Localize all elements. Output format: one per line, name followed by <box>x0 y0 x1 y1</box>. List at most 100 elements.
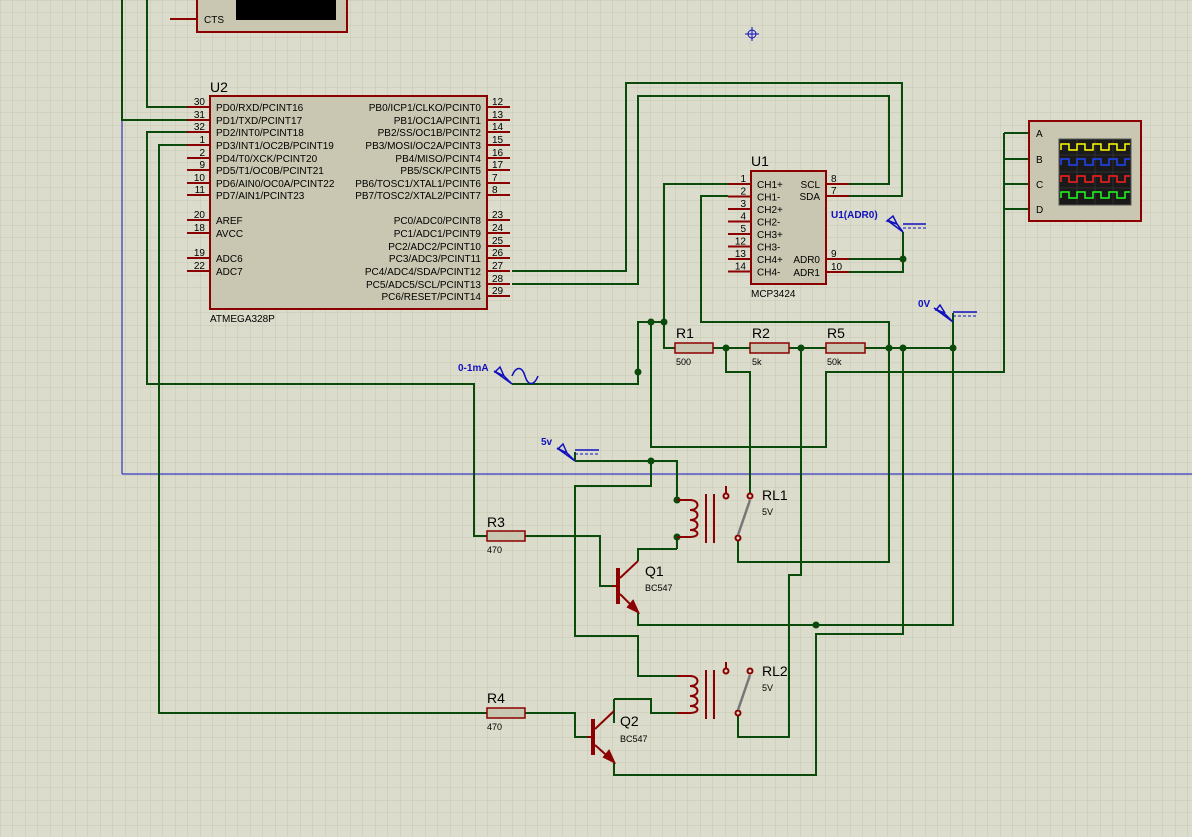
pin-number: 19 <box>194 248 206 259</box>
u2-part: ATMEGA328P <box>210 314 275 325</box>
pin-name: CH4- <box>757 268 780 279</box>
cts-pin-label: CTS <box>204 15 224 26</box>
pin-number: 29 <box>492 286 504 297</box>
pin-name: PB1/OC1A/PCINT1 <box>394 116 482 127</box>
pin-number: 13 <box>735 249 747 260</box>
pin-name: PD5/T1/OC0B/PCINT21 <box>216 166 324 177</box>
pin-name: PB2/SS/OC1B/PCINT2 <box>378 128 482 139</box>
pin-name: CH2- <box>757 218 780 229</box>
pin-number: 11 <box>195 185 206 196</box>
pin-number: 9 <box>199 160 205 171</box>
u1-ref: U1 <box>751 153 769 169</box>
r5-value: 50k <box>827 357 842 367</box>
pin-number: 8 <box>492 185 498 196</box>
pin-name: PC4/ADC4/SDA/PCINT12 <box>365 267 482 278</box>
r1-value: 500 <box>676 357 691 367</box>
pin-number: 17 <box>492 160 504 171</box>
pin-name: CH1- <box>757 193 780 204</box>
grid-background <box>0 0 1192 837</box>
pin-number: 7 <box>492 173 498 184</box>
pin-name: PD6/AIN0/OC0A/PCINT22 <box>216 179 335 190</box>
pin-name: SDA <box>799 192 820 203</box>
scope-channel-c: C <box>1036 180 1043 191</box>
u1-part: MCP3424 <box>751 289 796 300</box>
pin-number: 4 <box>740 212 746 223</box>
pin-number: 3 <box>740 199 746 210</box>
pin-number: 28 <box>492 274 504 285</box>
r5-ref: R5 <box>827 325 845 341</box>
pin-number: 10 <box>194 173 206 184</box>
pin-name: PD7/AIN1/PCINT23 <box>216 191 305 202</box>
pin-number: 26 <box>492 248 504 259</box>
pin-number: 14 <box>735 262 747 273</box>
pin-name: PC2/ADC2/PCINT10 <box>388 242 481 253</box>
pin-name: ADC6 <box>216 254 243 265</box>
top-serial-component[interactable]: CTS <box>170 0 348 33</box>
pin-name: ADR0 <box>793 255 820 266</box>
pin-name: PD2/INT0/PCINT18 <box>216 128 304 139</box>
oscilloscope[interactable]: A B C D <box>1028 120 1142 222</box>
pin-name: CH3- <box>757 243 780 254</box>
pin-name: PB7/TOSC2/XTAL2/PCINT7 <box>355 191 481 202</box>
pin-name: AREF <box>216 216 243 227</box>
schematic-canvas[interactable]: CTS U2 ATMEGA328P 30PD0/RXD/PCINT1631PD1… <box>0 0 1192 837</box>
pin-name: SCL <box>801 180 821 191</box>
r3-value: 470 <box>487 545 502 555</box>
pin-number: 12 <box>735 237 747 248</box>
r3-ref: R3 <box>487 514 505 530</box>
pin-number: 14 <box>492 122 504 133</box>
pin-number: 31 <box>194 110 206 121</box>
pin-number: 27 <box>492 261 504 272</box>
rl1-ref: RL1 <box>762 487 788 503</box>
pin-number: 16 <box>492 148 504 159</box>
r4-ref: R4 <box>487 690 505 706</box>
pin-number: 13 <box>492 110 504 121</box>
pin-number: 1 <box>740 174 746 185</box>
pin-name: PB3/MOSI/OC2A/PCINT3 <box>365 141 481 152</box>
pin-name: CH2+ <box>757 205 783 216</box>
pin-number: 7 <box>831 186 837 197</box>
r1-ref: R1 <box>676 325 694 341</box>
pin-name: PC0/ADC0/PCINT8 <box>394 216 482 227</box>
gen-5v-label: 5v <box>541 437 553 448</box>
q1-ref: Q1 <box>645 563 664 579</box>
pin-number: 32 <box>194 122 206 133</box>
pin-name: PD0/RXD/PCINT16 <box>216 103 304 114</box>
pin-name: PD1/TXD/PCINT17 <box>216 116 303 127</box>
pin-number: 2 <box>199 148 205 159</box>
pin-name: PB0/ICP1/CLKO/PCINT0 <box>369 103 482 114</box>
gen-adr0-label: U1(ADR0) <box>831 210 878 221</box>
r4-value: 470 <box>487 722 502 732</box>
rl2-value: 5V <box>762 683 773 693</box>
pin-name: PD4/T0/XCK/PCINT20 <box>216 154 318 165</box>
pin-name: PC5/ADC5/SCL/PCINT13 <box>366 280 481 291</box>
pin-number: 24 <box>492 223 504 234</box>
pin-number: 10 <box>831 262 843 273</box>
pin-number: 2 <box>740 187 746 198</box>
pin-number: 15 <box>492 135 504 146</box>
pin-name: PD3/INT1/OC2B/PCINT19 <box>216 141 334 152</box>
scope-channel-a: A <box>1036 129 1043 140</box>
rl2-ref: RL2 <box>762 663 788 679</box>
pin-name: PC1/ADC1/PCINT9 <box>394 229 482 240</box>
pin-number: 9 <box>831 249 837 260</box>
q2-part: BC547 <box>620 734 648 744</box>
scope-channel-b: B <box>1036 155 1043 166</box>
pin-name: ADR1 <box>793 268 820 279</box>
pin-name: PC3/ADC3/PCINT11 <box>389 254 482 265</box>
pin-number: 5 <box>740 224 746 235</box>
pin-name: PB4/MISO/PCINT4 <box>395 154 481 165</box>
pin-number: 8 <box>831 174 837 185</box>
q2-ref: Q2 <box>620 713 639 729</box>
r2-value: 5k <box>752 357 762 367</box>
pin-number: 25 <box>492 236 504 247</box>
u2-microcontroller[interactable]: U2 ATMEGA328P 30 PD0/RXD/PCINT16 31 PD1/TXD… <box>187 79 510 325</box>
q1-part: BC547 <box>645 583 673 593</box>
pin-number: 30 <box>194 97 206 108</box>
pin-number: 1 <box>199 135 205 146</box>
r2-ref: R2 <box>752 325 770 341</box>
rl1-value: 5V <box>762 507 773 517</box>
pin-number: 22 <box>194 261 206 272</box>
pin-number: 23 <box>492 210 504 221</box>
pin-name: AVCC <box>216 229 243 240</box>
